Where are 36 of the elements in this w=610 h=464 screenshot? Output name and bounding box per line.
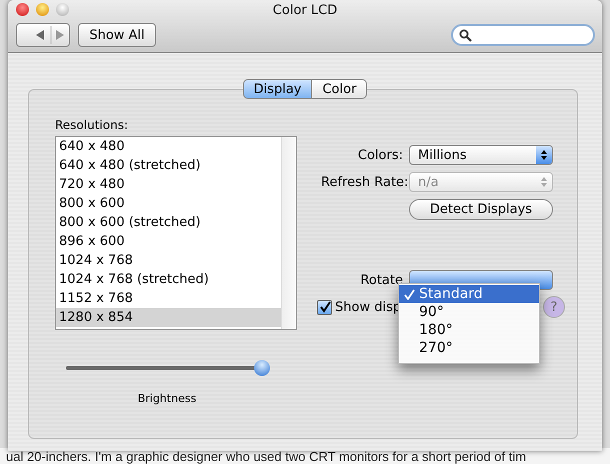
rotate-label: Rotate — [359, 272, 403, 288]
tab[interactable]: Display — [242, 79, 312, 99]
background-text: ual 20-inchers. I'm a graphic designer who used two CRT monitors for a short period of tim — [5, 448, 526, 464]
resolution-item[interactable]: 1280 x 854 — [56, 308, 281, 327]
menu-item[interactable]: Standard — [399, 285, 539, 303]
search-field[interactable] — [451, 24, 595, 46]
colors-label: Colors: — [356, 148, 403, 162]
resolution-item[interactable]: 896 x 600 — [56, 232, 281, 251]
resolutions-label: Resolutions: — [55, 118, 129, 132]
resolution-item[interactable]: 720 x 480 — [56, 175, 281, 194]
slider-thumb[interactable] — [254, 360, 270, 376]
resolution-item[interactable]: 800 x 600 — [56, 194, 281, 213]
back-forward-control[interactable] — [16, 23, 70, 47]
checkmark-icon — [404, 288, 414, 300]
resolution-item[interactable]: 1024 x 768 — [56, 251, 281, 270]
stepper-arrows-icon — [540, 176, 548, 188]
scrollbar[interactable] — [281, 137, 296, 329]
resolution-item[interactable]: 1024 x 768 (stretched) — [56, 270, 281, 289]
menu-item[interactable]: 270° — [399, 339, 539, 357]
search-icon — [459, 28, 472, 42]
brightness-label: Brightness — [136, 392, 198, 405]
resolution-item[interactable]: 800 x 600 (stretched) — [56, 213, 281, 232]
checkbox[interactable] — [317, 300, 332, 314]
close-button[interactable] — [16, 3, 29, 16]
window-title: Color LCD — [272, 3, 338, 18]
stepper-arrows-icon — [540, 149, 548, 161]
detect-displays-button[interactable]: Detect Displays — [409, 198, 553, 220]
tab[interactable]: Color — [312, 79, 368, 99]
menu-item[interactable]: 180° — [399, 321, 539, 339]
show-all-button[interactable]: Show All — [78, 23, 156, 47]
show-displays-label: Show disp — [335, 300, 402, 314]
resolution-item[interactable]: 1152 x 768 — [56, 289, 281, 308]
resolution-item[interactable]: 640 x 480 (stretched) — [56, 156, 281, 175]
colors-popup[interactable]: Millions — [409, 145, 553, 165]
menu-item[interactable]: 90° — [399, 303, 539, 321]
resolution-item[interactable]: 640 x 480 — [56, 137, 281, 156]
